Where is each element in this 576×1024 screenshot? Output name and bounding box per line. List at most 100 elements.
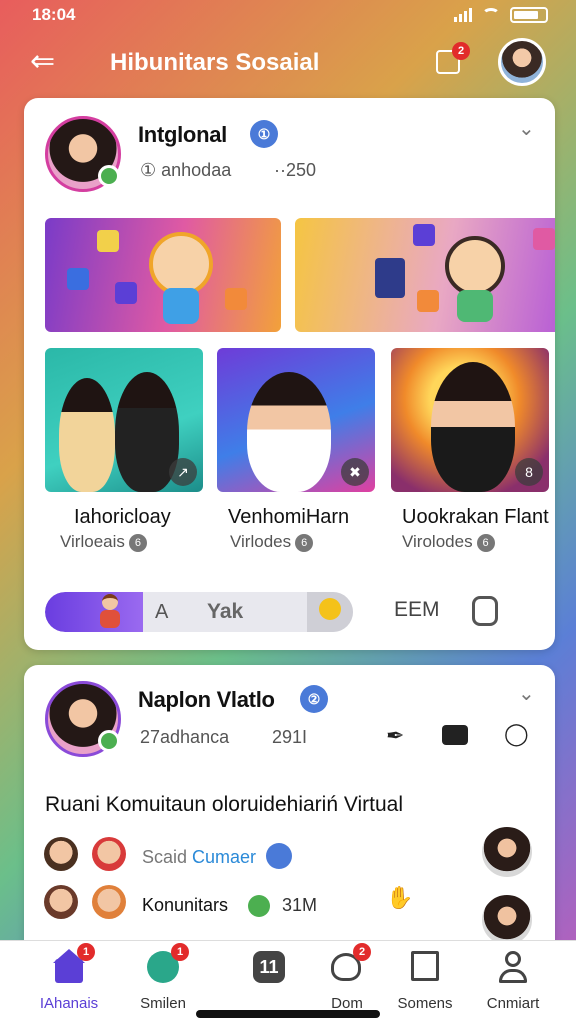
- notification-badge: 2: [452, 42, 470, 60]
- back-menu-icon[interactable]: ⇐: [30, 46, 70, 78]
- member-avatar[interactable]: [92, 885, 126, 919]
- nav-label: Somens: [397, 995, 453, 1012]
- member-avatar[interactable]: [44, 885, 78, 919]
- signal-icon: [454, 8, 472, 22]
- person-image: [59, 378, 115, 492]
- mascot-illustration: [149, 232, 213, 296]
- chevron-down-icon[interactable]: ⌄: [518, 116, 535, 141]
- member-thumbnail[interactable]: [480, 893, 534, 947]
- member-avatar[interactable]: [92, 837, 126, 871]
- member-thumbnail[interactable]: [480, 825, 534, 879]
- notifications-button[interactable]: 2: [432, 42, 470, 78]
- share-icon[interactable]: ↗: [169, 458, 197, 486]
- idea-button[interactable]: [307, 592, 353, 632]
- follower-count: 291I: [272, 727, 308, 747]
- mascot-illustration: [445, 236, 505, 296]
- character-icon: [97, 592, 123, 630]
- nav-label: IAhanais: [39, 995, 99, 1012]
- person-image: [247, 372, 331, 492]
- pen-icon[interactable]: ✒: [386, 723, 404, 749]
- page-title: Hibunitars Sosaial: [110, 49, 320, 76]
- section-title: Ruani Komuitaun oloruidehiariń Virtual: [45, 793, 403, 816]
- follower-count: ··250: [274, 160, 317, 180]
- featured-banner[interactable]: [45, 218, 281, 332]
- app-bar: ⇐ Hibunitars Sosaial 2: [0, 34, 576, 94]
- floating-gift-icon: [225, 288, 247, 310]
- home-indicator: [196, 1010, 380, 1018]
- bookmark-icon: [407, 949, 443, 985]
- share-icon[interactable]: [472, 596, 498, 626]
- row-prefix: Scaid: [142, 847, 188, 867]
- tile-title[interactable]: Uookrakan Flant: [402, 506, 549, 529]
- close-icon[interactable]: ✖: [341, 458, 369, 486]
- mascot-body: [457, 290, 493, 322]
- nav-badge: 2: [353, 943, 371, 961]
- nav-profile[interactable]: Cnmiart: [468, 949, 558, 1019]
- status-time: 18:04: [32, 5, 76, 24]
- floating-star-icon: [413, 224, 435, 246]
- nav-saved[interactable]: Somens: [380, 949, 470, 1019]
- profile-avatar[interactable]: [498, 38, 546, 86]
- mascot-body: [163, 288, 199, 324]
- author-avatar[interactable]: [45, 681, 121, 757]
- tile-title[interactable]: VenhomiHarn: [228, 506, 349, 529]
- post-card: Naplon Vlatlo ② 27adhanca 291I ⌄ ✒ ◯ Rua…: [24, 665, 555, 955]
- video-tile[interactable]: ↗: [45, 348, 203, 492]
- nav-label: Cnmiart: [486, 995, 540, 1012]
- tile-title[interactable]: Iahoricloay: [74, 506, 171, 529]
- create-icon: 11: [251, 949, 287, 985]
- info-icon: 6: [295, 533, 314, 552]
- info-icon: 6: [128, 533, 147, 552]
- featured-banner[interactable]: [295, 218, 555, 332]
- tile-subtitle-text: Virloeais: [60, 532, 125, 551]
- status-icons: [454, 7, 548, 23]
- reaction-label: A: [155, 601, 169, 623]
- floating-phone-icon: [67, 268, 89, 290]
- online-indicator: [98, 730, 120, 752]
- author-name[interactable]: Naplon Vlatlo: [138, 687, 275, 713]
- check-icon: [248, 895, 270, 917]
- online-indicator: [98, 165, 120, 187]
- author-name[interactable]: Intglonal: [138, 122, 227, 148]
- camera-icon[interactable]: [442, 725, 468, 745]
- user-icon: [495, 949, 531, 985]
- group-icon: [266, 843, 292, 869]
- refresh-icon: 1: [145, 943, 189, 985]
- nav-home[interactable]: 1 IAhanais: [24, 943, 114, 1019]
- battery-icon: [510, 7, 548, 23]
- reaction-bar[interactable]: A Yak: [45, 592, 353, 632]
- em-button[interactable]: EEM: [394, 598, 440, 622]
- wifi-icon: [482, 8, 500, 22]
- nav-favorites[interactable]: 2 Dom: [302, 943, 392, 1019]
- verified-icon: ②: [300, 685, 328, 713]
- person-image: [431, 362, 515, 492]
- floating-star-icon: [97, 230, 119, 252]
- video-tile[interactable]: ✖: [217, 348, 375, 492]
- author-handle: 27adhanca: [140, 727, 230, 747]
- chat-icon[interactable]: ◯: [504, 721, 529, 747]
- tile-subtitle-text: Virlodes: [230, 532, 292, 551]
- nav-create[interactable]: 11: [224, 949, 314, 1019]
- floating-gift-icon: [533, 228, 555, 250]
- author-handle: ① anhodaa: [140, 160, 232, 180]
- status-bar: 18:04: [0, 0, 576, 32]
- lightbulb-icon: [319, 598, 341, 620]
- tile-subtitle: Virloeais 6: [60, 532, 147, 552]
- nav-label: Smilen: [140, 995, 186, 1012]
- tile-subtitle-text: Virolodes: [402, 532, 473, 551]
- badge-icon[interactable]: 8: [515, 458, 543, 486]
- floating-app-icon: [115, 282, 137, 304]
- verified-icon: ①: [250, 120, 278, 148]
- chevron-down-icon[interactable]: ⌄: [518, 681, 535, 706]
- video-tile[interactable]: 8: [391, 348, 549, 492]
- hand-wave-icon: ✋: [386, 885, 414, 910]
- heart-icon: 2: [329, 943, 371, 985]
- member-avatar[interactable]: [44, 837, 78, 871]
- home-icon: 1: [51, 943, 95, 985]
- community-link[interactable]: Cumaer: [192, 847, 256, 868]
- floating-app-icon: [417, 290, 439, 312]
- nav-smile[interactable]: 1 Smilen: [118, 943, 208, 1019]
- community-label[interactable]: Konunitars: [142, 895, 228, 916]
- floating-phone-icon: [375, 258, 405, 298]
- author-avatar[interactable]: [45, 116, 121, 192]
